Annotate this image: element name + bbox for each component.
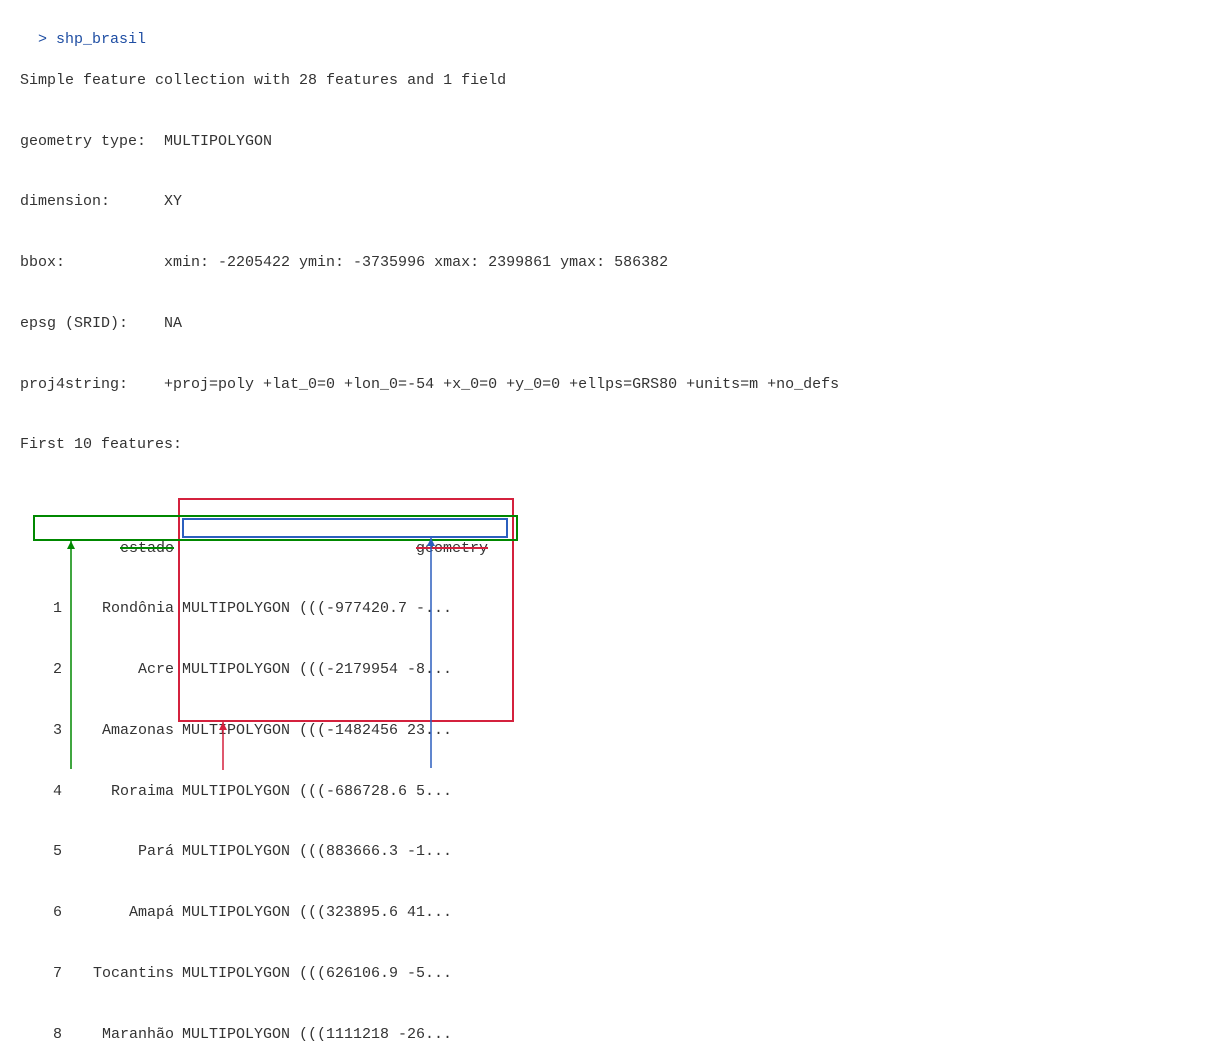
table-row: 2 Acre MULTIPOLYGON (((-2179954 -8... (38, 660, 508, 680)
cell-geometry: MULTIPOLYGON (((-686728.6 5... (178, 782, 508, 802)
table-row: 5 Pará MULTIPOLYGON (((883666.3 -1... (38, 842, 508, 862)
meta-line: bbox: xmin: -2205422 ymin: -3735996 xmax… (20, 253, 1209, 273)
cell-estado: Maranhão (68, 1025, 178, 1045)
meta-line: proj4string: +proj=poly +lat_0=0 +lon_0=… (20, 375, 1209, 395)
cell-estado: Roraima (68, 782, 178, 802)
table-header-row: estado geometry (38, 539, 508, 559)
sf-row-highlight (33, 515, 518, 541)
meta-line: geometry type: MULTIPOLYGON (20, 132, 1209, 152)
red-arrow (218, 722, 228, 777)
cell-idx: 5 (38, 842, 68, 862)
cell-idx: 6 (38, 903, 68, 923)
prompt: > (38, 31, 56, 48)
table-row: 8 Maranhão MULTIPOLYGON (((1111218 -26..… (38, 1025, 508, 1045)
header-idx (38, 539, 68, 559)
table-row: 3 Amazonas MULTIPOLYGON (((-1482456 23..… (38, 721, 508, 741)
table-row: 7 Tocantins MULTIPOLYGON (((626106.9 -5.… (38, 964, 508, 984)
cell-geometry: MULTIPOLYGON (((-977420.7 -... (178, 599, 508, 619)
cell-idx: 2 (38, 660, 68, 680)
meta-line: epsg (SRID): NA (20, 314, 1209, 334)
cell-geometry: MULTIPOLYGON (((1111218 -26... (178, 1025, 508, 1045)
cell-idx: 7 (38, 964, 68, 984)
cell-estado: Tocantins (68, 964, 178, 984)
cell-estado: Acre (68, 660, 178, 680)
table-row: 6 Amapá MULTIPOLYGON (((323895.6 41... (38, 903, 508, 923)
header-geometry: geometry (178, 539, 508, 559)
cell-idx: 3 (38, 721, 68, 741)
table-row: 4 Roraima MULTIPOLYGON (((-686728.6 5... (38, 782, 508, 802)
cell-geometry: MULTIPOLYGON (((883666.3 -1... (178, 842, 508, 862)
meta-line: dimension: XY (20, 192, 1209, 212)
cell-estado: Amapá (68, 903, 178, 923)
cell-estado: Amazonas (68, 721, 178, 741)
command: shp_brasil (56, 31, 146, 48)
r-console-output: > shp_brasil Simple feature collection w… (20, 10, 1209, 1062)
cell-estado: Pará (68, 842, 178, 862)
blue-arrow (426, 538, 436, 776)
cell-geometry: MULTIPOLYGON (((626106.9 -5... (178, 964, 508, 984)
cell-idx: 4 (38, 782, 68, 802)
green-arrow (66, 541, 76, 776)
cell-estado: Rondônia (68, 599, 178, 619)
table-row: 1 Rondônia MULTIPOLYGON (((-977420.7 -..… (38, 599, 508, 619)
header-estado: estado (68, 539, 178, 559)
cell-geometry: MULTIPOLYGON (((323895.6 41... (178, 903, 508, 923)
cell-geometry: MULTIPOLYGON (((-2179954 -8... (178, 660, 508, 680)
cell-idx: 1 (38, 599, 68, 619)
sfg-cell-highlight (182, 518, 508, 538)
meta-line: First 10 features: (20, 435, 1209, 455)
cell-idx: 8 (38, 1025, 68, 1045)
features-table: estado geometry 1 Rondônia MULTIPOLYGON … (38, 498, 508, 1062)
meta-line: Simple feature collection with 28 featur… (20, 71, 1209, 91)
